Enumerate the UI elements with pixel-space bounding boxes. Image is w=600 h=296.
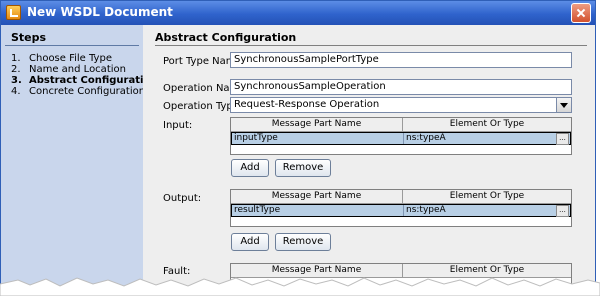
cell-value: ns:typeA — [406, 205, 446, 215]
operation-name-input[interactable]: SynchronousSampleOperation — [230, 79, 572, 95]
table-cell[interactable]: ns:typeA ... — [404, 205, 570, 217]
section-title: Abstract Configuration — [155, 31, 297, 44]
port-type-input[interactable]: SynchronousSamplePortType — [230, 52, 572, 68]
step-item-current: 3. Abstract Configuration — [11, 75, 157, 86]
input-add-button[interactable]: Add — [231, 159, 269, 177]
column-header[interactable]: Element Or Type — [403, 190, 571, 203]
input-label: Input: — [163, 120, 193, 131]
output-remove-button[interactable]: Remove — [275, 233, 331, 251]
close-button[interactable] — [571, 3, 591, 23]
browse-button[interactable]: ... — [556, 133, 569, 145]
step-number: 2. — [11, 64, 21, 75]
step-label: Concrete Configuration — [29, 86, 146, 97]
operation-type-select[interactable]: Request-Response Operation — [230, 97, 572, 113]
table-cell[interactable]: resultType — [232, 205, 404, 216]
step-item: 2. Name and Location — [11, 64, 126, 75]
input-remove-button[interactable]: Remove — [275, 159, 331, 177]
step-label: Name and Location — [29, 64, 126, 75]
steps-divider — [5, 45, 139, 46]
input-table[interactable]: Message Part Name Element Or Type inputT… — [230, 117, 572, 155]
step-label: Abstract Configuration — [29, 75, 158, 86]
table-cell[interactable]: ns:typeA ... — [404, 133, 570, 145]
table-header: Message Part Name Element Or Type — [231, 190, 571, 204]
table-row[interactable]: inputType ns:typeA ... — [231, 132, 571, 145]
chevron-down-icon[interactable] — [556, 98, 571, 112]
step-number: 3. — [11, 75, 22, 86]
step-item: 4. Concrete Configuration — [11, 86, 145, 97]
output-add-button[interactable]: Add — [231, 233, 269, 251]
dialog-window: New WSDL Document Steps 1. Choose File Ty… — [0, 0, 596, 288]
table-row[interactable]: resultType ns:typeA ... — [231, 204, 571, 217]
step-label: Choose File Type — [29, 53, 112, 64]
browse-button[interactable]: ... — [556, 205, 569, 217]
table-cell[interactable]: inputType — [232, 133, 404, 144]
output-table[interactable]: Message Part Name Element Or Type result… — [230, 189, 572, 227]
column-header[interactable]: Message Part Name — [231, 118, 403, 131]
window-title: New WSDL Document — [27, 5, 173, 19]
title-bar[interactable]: New WSDL Document — [1, 1, 595, 25]
app-icon — [6, 5, 21, 20]
column-header[interactable]: Message Part Name — [231, 190, 403, 203]
cell-value: ns:typeA — [406, 133, 446, 143]
column-header[interactable]: Element Or Type — [403, 118, 571, 131]
main-panel: Abstract Configuration Port Type Name: S… — [143, 25, 595, 287]
output-label: Output: — [163, 193, 202, 204]
steps-panel: Steps 1. Choose File Type 2. Name and Loca… — [1, 25, 157, 287]
step-item: 1. Choose File Type — [11, 53, 112, 64]
torn-edge — [0, 277, 600, 296]
operation-type-value: Request-Response Operation — [234, 99, 380, 110]
step-number: 4. — [11, 86, 21, 97]
table-header: Message Part Name Element Or Type — [231, 118, 571, 132]
section-divider — [155, 45, 587, 46]
steps-title: Steps — [11, 31, 47, 44]
step-number: 1. — [11, 53, 21, 64]
